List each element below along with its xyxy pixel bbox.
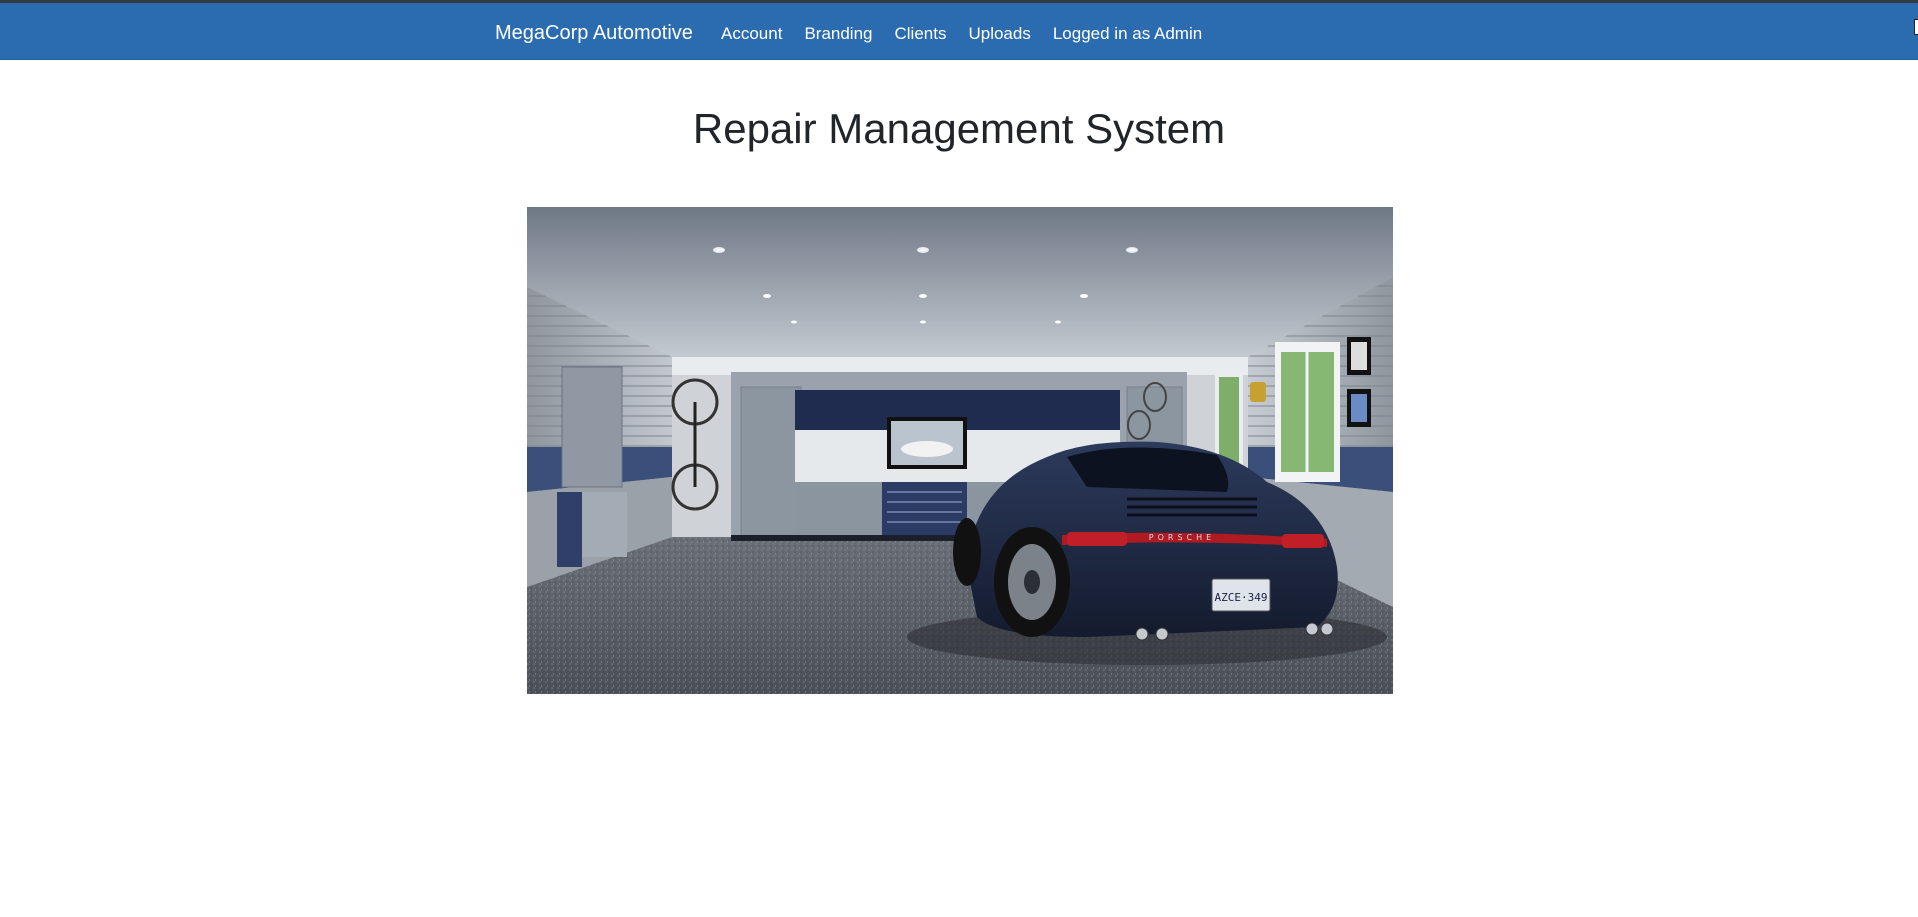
nav-clients-link[interactable]: Clients — [895, 23, 947, 45]
svg-text:PORSCHE: PORSCHE — [1149, 533, 1215, 542]
nav-branding-link[interactable]: Branding — [804, 23, 872, 45]
cursor-edge-icon — [1914, 19, 1918, 35]
top-navbar: MegaCorp Automotive Account Branding Cli… — [0, 3, 1918, 60]
garage-hero-image: PORSCHE AZCE·349 — [527, 207, 1393, 694]
page-title: Repair Management System — [692, 105, 1226, 152]
svg-text:AZCE·349: AZCE·349 — [1215, 591, 1268, 604]
nav-uploads-link[interactable]: Uploads — [968, 23, 1030, 45]
nav-account-link[interactable]: Account — [721, 23, 782, 45]
logged-in-status: Logged in as Admin — [1052, 24, 1203, 43]
nav-links: Account Branding Clients Uploads Logged … — [721, 23, 1224, 45]
brand-link[interactable]: MegaCorp Automotive — [495, 21, 693, 45]
